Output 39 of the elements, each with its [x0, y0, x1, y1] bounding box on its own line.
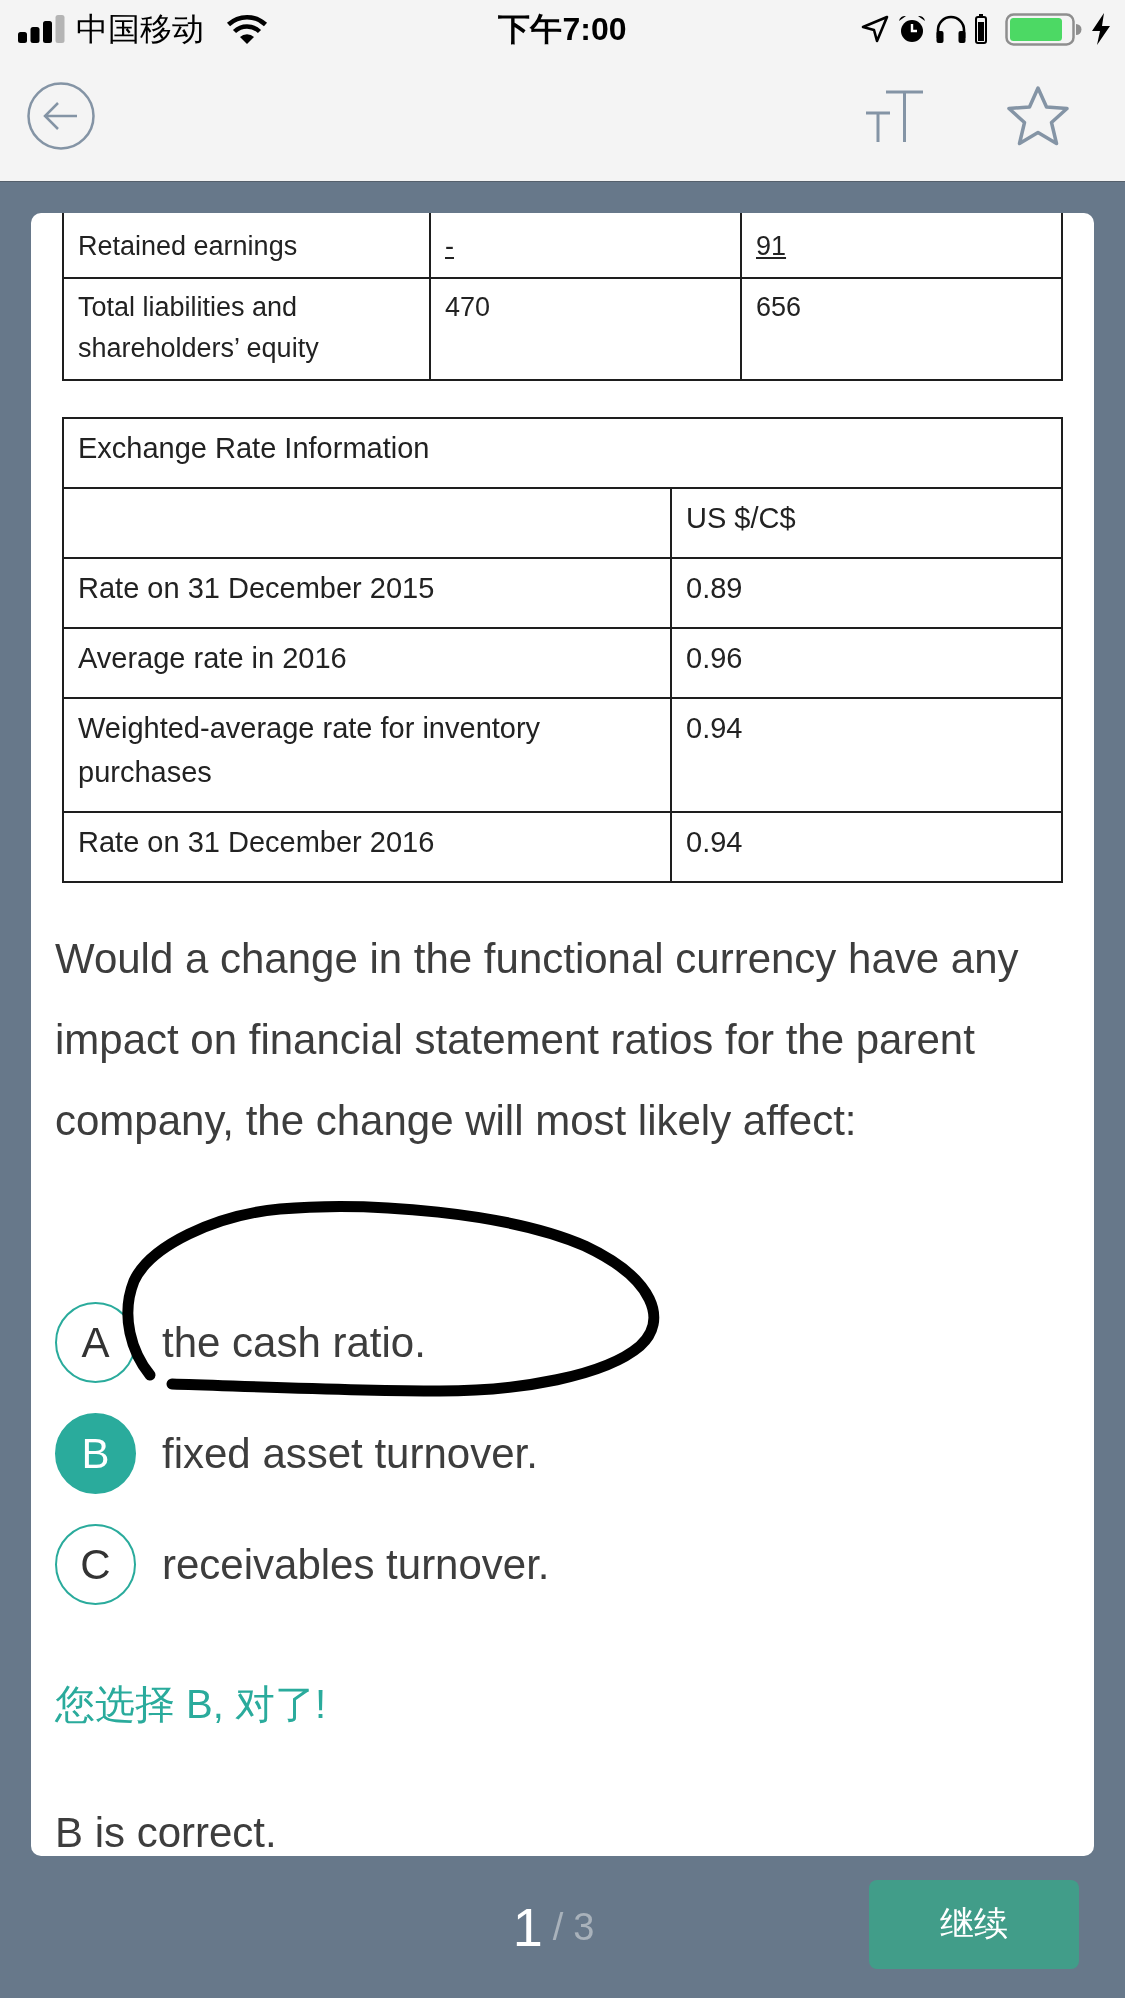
question-text: Would a change in the functional currency have any impact on financial statement ratios for the parent company, the change will most likely affect: [55, 934, 1020, 1147]
table-title: Exchange Rate Information [78, 432, 430, 465]
small-battery-icon [975, 14, 987, 44]
signal-icon [18, 15, 66, 43]
choice-letter-button[interactable]: C [55, 1524, 136, 1606]
table-cell: Weighted-average rate for inventory purchases [78, 712, 541, 789]
table-cell: 0.96 [686, 642, 743, 675]
explanation-text: B is correct. [55, 1810, 278, 1857]
table-cell: Rate on 31 December 2016 [78, 826, 435, 859]
table-cell: 0.94 [686, 712, 743, 745]
table-cell: Retained earnings [78, 231, 298, 262]
status-time: 下午7:00 [498, 10, 627, 49]
page-current: 1 [512, 1900, 543, 1955]
choice-text[interactable]: the cash ratio. [162, 1317, 426, 1368]
choice-text[interactable]: fixed asset turnover. [162, 1428, 538, 1479]
headphones-icon [935, 14, 967, 44]
table-cell: Total liabilities and shareholders’ equity [78, 292, 319, 364]
table-cell: 91 [756, 231, 787, 262]
table-cell: Rate on 31 December 2015 [78, 572, 435, 605]
table-cell: 470 [445, 292, 491, 323]
page-separator: / [552, 1908, 564, 1947]
choice-text[interactable]: receivables turnover. [162, 1539, 550, 1590]
text-size-icon[interactable] [866, 89, 923, 142]
carrier-name: 中国移动 [76, 10, 204, 49]
battery-icon [1005, 12, 1082, 46]
alarm-clock-icon [897, 14, 927, 44]
page-total: 3 [573, 1908, 595, 1947]
table-cell: - [445, 231, 454, 262]
charging-bolt-icon [1090, 13, 1112, 45]
table-cell: 0.89 [686, 572, 743, 605]
location-arrow-icon [861, 15, 889, 43]
back-icon[interactable] [27, 81, 95, 150]
table-cell: 0.94 [686, 826, 743, 859]
column-header: US $/C$ [686, 502, 796, 535]
table-cell: 656 [756, 292, 802, 323]
star-icon[interactable] [1005, 84, 1071, 147]
wifi-icon [226, 14, 268, 44]
table-cell: Average rate in 2016 [78, 642, 347, 675]
feedback-text: 您选择 B, 对了! [55, 1681, 328, 1729]
